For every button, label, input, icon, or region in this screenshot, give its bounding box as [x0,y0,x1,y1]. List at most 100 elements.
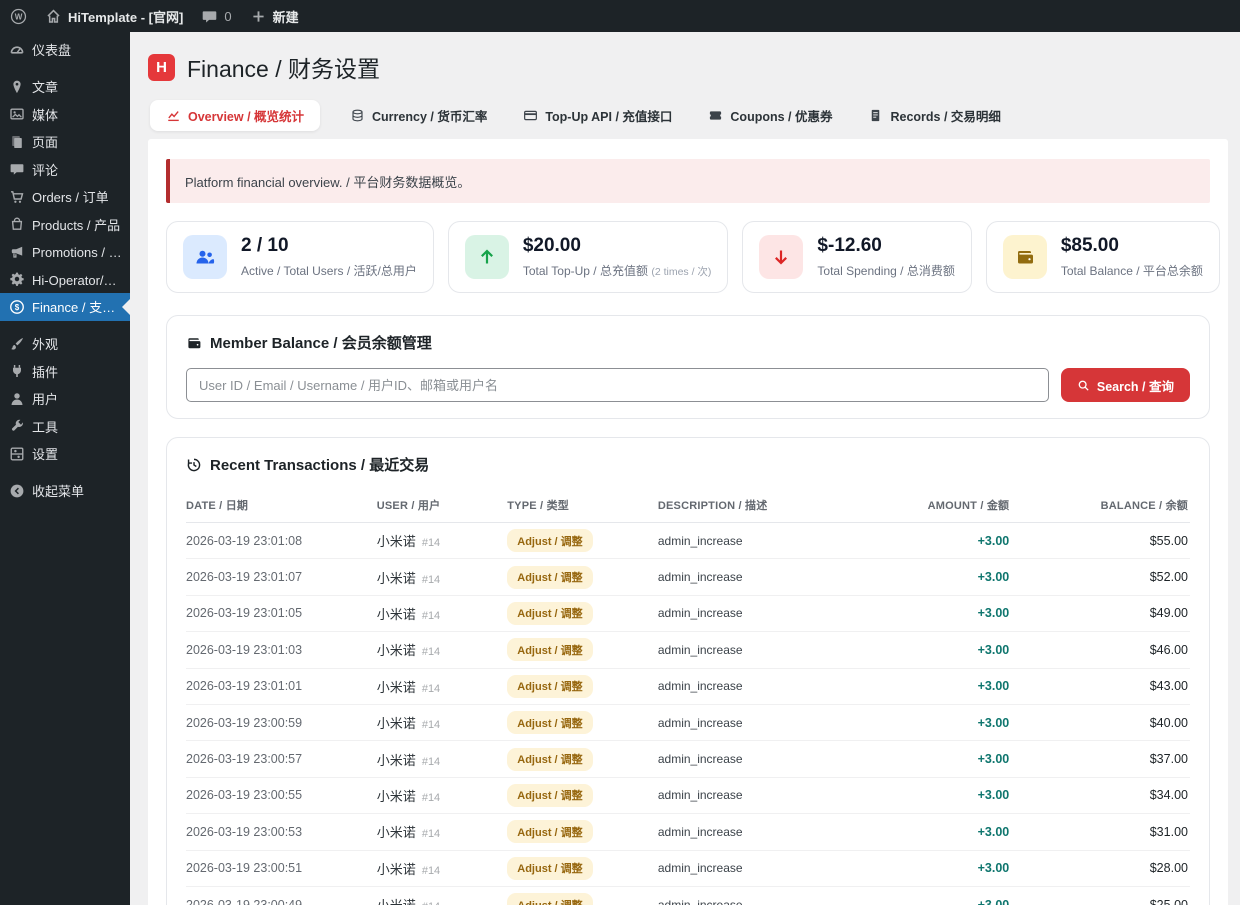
tab-label: Records / 交易明细 [890,106,1000,125]
transaction-type: Adjust / 调整 [507,820,658,843]
transaction-user: 小米诺 #14 [377,859,508,878]
type-badge: Adjust / 调整 [507,638,592,661]
transaction-balance: $34.00 [1009,788,1190,802]
transaction-date: 2026-03-19 23:00:49 [186,898,377,905]
tab-coupons[interactable]: Coupons / 优惠券 [702,100,838,131]
sidebar-item-label: 用户 [32,389,58,408]
transaction-user: 小米诺 #14 [377,750,508,769]
sidebar-item-promotions[interactable]: Promotions / 促销 [0,238,130,266]
type-badge: Adjust / 调整 [507,893,592,905]
sidebar-item-dashboard[interactable]: 仪表盘 [0,36,130,64]
column-header: BALANCE / 余额 [1009,497,1190,513]
sidebar-item-appearance[interactable]: 外观 [0,330,130,358]
user-id: #14 [419,756,440,768]
svg-text:$: $ [15,303,20,312]
comments-link[interactable]: 0 [201,8,231,25]
transaction-type: Adjust / 调整 [507,711,658,734]
transaction-description: admin_increase [658,752,879,766]
page-title: Finance / 财务设置 [187,50,380,84]
sidebar-item-comments[interactable]: 评论 [0,156,130,184]
transaction-description: admin_increase [658,643,879,657]
stat-value: $20.00 [523,235,712,258]
stat-cards-row: 2 / 10Active / Total Users / 活跃/总用户 $20.… [166,221,1210,293]
sidebar-item-collapse[interactable]: 收起菜单 [0,477,130,505]
transaction-description: admin_increase [658,898,879,905]
transaction-type: Adjust / 调整 [507,748,658,771]
transaction-date: 2026-03-19 23:01:01 [186,679,377,693]
transaction-row: 2026-03-19 23:01:08小米诺 #14Adjust / 调整adm… [186,523,1190,559]
transaction-amount: +3.00 [879,606,1010,620]
card-icon [523,108,538,123]
tab-topup-api[interactable]: Top-Up API / 充值接口 [517,100,678,131]
transaction-row: 2026-03-19 23:00:57小米诺 #14Adjust / 调整adm… [186,741,1190,777]
sidebar-item-orders[interactable]: Orders / 订单 [0,183,130,211]
plugin-logo: H [148,54,175,81]
sidebar-item-finance[interactable]: $Finance / 支付通 [0,293,130,321]
admin-sidebar: 仪表盘文章媒体页面评论Orders / 订单Products / 产品Promo… [0,32,130,905]
column-header: USER / 用户 [377,497,508,513]
recent-transactions-card: Recent Transactions / 最近交易 DATE / 日期USER… [166,437,1210,905]
sidebar-item-label: 外观 [32,334,58,353]
stat-card-users: 2 / 10Active / Total Users / 活跃/总用户 [166,221,434,293]
tab-bar: Overview / 概览统计 Currency / 货币汇率 Top-Up API… [148,100,1228,139]
transaction-description: admin_increase [658,534,879,548]
sidebar-item-posts[interactable]: 文章 [0,73,130,101]
transaction-row: 2026-03-19 23:01:05小米诺 #14Adjust / 调整adm… [186,596,1190,632]
search-button[interactable]: Search / 查询 [1061,368,1190,402]
table-header-row: DATE / 日期USER / 用户TYPE / 类型DESCRIPTION /… [186,487,1190,523]
history-icon [186,457,202,473]
transaction-row: 2026-03-19 23:01:07小米诺 #14Adjust / 调整adm… [186,559,1190,595]
settings-icon [9,446,25,462]
sidebar-item-pages[interactable]: 页面 [0,128,130,156]
sidebar-item-label: 插件 [32,362,58,381]
svg-text:W: W [15,12,23,21]
user-id: #14 [419,865,440,877]
type-badge: Adjust / 调整 [507,675,592,698]
stat-value: $-12.60 [817,235,954,258]
type-badge: Adjust / 调整 [507,711,592,734]
media-icon [9,106,25,122]
sidebar-item-users[interactable]: 用户 [0,385,130,413]
tab-currency[interactable]: Currency / 货币汇率 [344,100,493,131]
sidebar-item-products[interactable]: Products / 产品 [0,211,130,239]
user-id: #14 [419,646,440,658]
transaction-description: admin_increase [658,716,879,730]
transaction-type: Adjust / 调整 [507,784,658,807]
tab-label: Coupons / 优惠券 [730,106,832,125]
transaction-amount: +3.00 [879,679,1010,693]
sidebar-item-settings[interactable]: 设置 [0,440,130,468]
type-badge: Adjust / 调整 [507,566,592,589]
pages-icon [9,134,25,150]
chart-icon [166,108,181,123]
site-link[interactable]: HiTemplate - [官网] [45,7,183,26]
wp-logo-menu[interactable]: W [10,8,27,25]
member-search-input[interactable] [186,368,1049,402]
transaction-description: admin_increase [658,861,879,875]
sidebar-item-hi-operator[interactable]: Hi-Operator/设置 [0,266,130,294]
sidebar-item-label: 收起菜单 [32,481,84,500]
tab-label: Top-Up API / 充值接口 [545,106,672,125]
transaction-user: 小米诺 #14 [377,604,508,623]
transaction-user: 小米诺 #14 [377,677,508,696]
site-name: HiTemplate - [官网] [68,7,183,26]
table-body: 2026-03-19 23:01:08小米诺 #14Adjust / 调整adm… [186,523,1190,905]
tab-records[interactable]: Records / 交易明细 [862,100,1006,131]
ticket-icon [708,108,723,123]
transaction-date: 2026-03-19 23:00:59 [186,716,377,730]
new-content-link[interactable]: 新建 [250,7,299,26]
gear-icon [9,271,25,287]
sidebar-item-plugins[interactable]: 插件 [0,358,130,386]
transaction-date: 2026-03-19 23:00:51 [186,861,377,875]
plus-icon [250,8,267,25]
tab-overview[interactable]: Overview / 概览统计 [150,100,320,131]
transaction-date: 2026-03-19 23:00:53 [186,825,377,839]
wrench-icon [9,418,25,434]
sidebar-item-media[interactable]: 媒体 [0,101,130,129]
search-icon [1077,379,1090,392]
transaction-balance: $46.00 [1009,643,1190,657]
type-badge: Adjust / 调整 [507,857,592,880]
transaction-date: 2026-03-19 23:01:03 [186,643,377,657]
comments-icon [9,161,25,177]
plug-icon [9,363,25,379]
sidebar-item-tools[interactable]: 工具 [0,413,130,441]
